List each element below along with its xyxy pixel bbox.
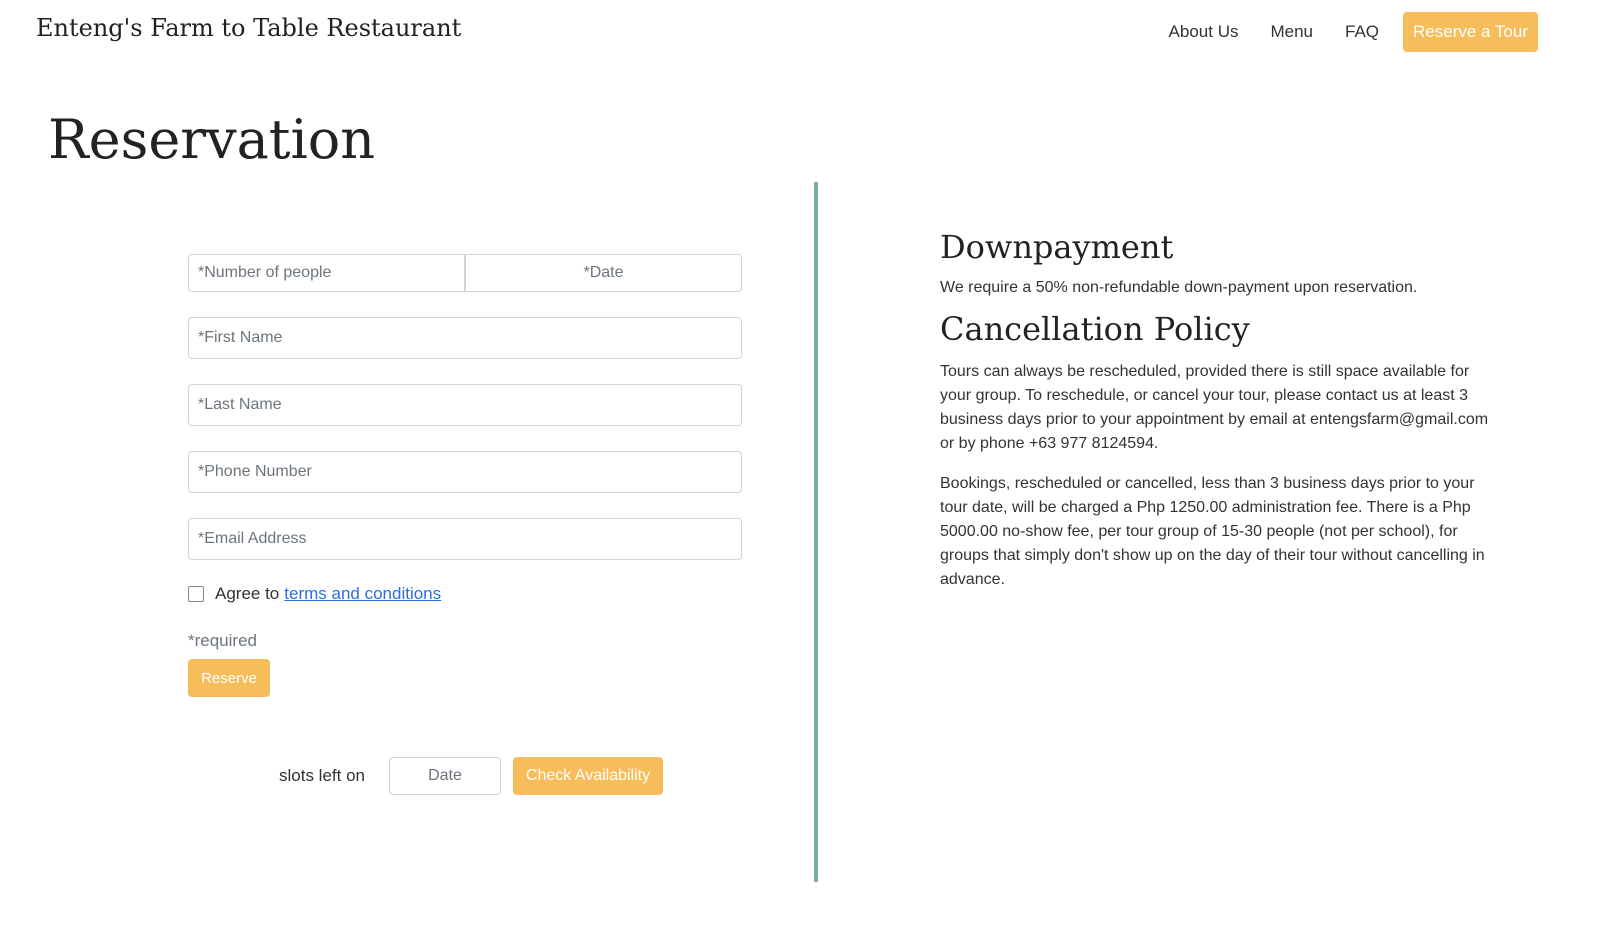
terms-agreement: Agree to terms and conditions [188, 584, 742, 604]
first-name-input[interactable]: *First Name [188, 317, 742, 359]
slots-left-label: slots left on [279, 766, 365, 785]
terms-checkbox[interactable] [188, 586, 204, 602]
reserve-button[interactable]: Reserve [188, 659, 270, 697]
reserve-tour-button[interactable]: Reserve a Tour [1403, 12, 1538, 52]
terms-link[interactable]: terms and conditions [284, 584, 441, 604]
nav-about-us[interactable]: About Us [1169, 22, 1239, 42]
reservation-form: *Number of people *Date *First Name *Las… [188, 254, 742, 697]
phone-number-input[interactable]: *Phone Number [188, 451, 742, 493]
brand-title[interactable]: Enteng's Farm to Table Restaurant [36, 14, 461, 42]
check-availability-button[interactable]: Check Availability [513, 757, 663, 795]
policy-info: Downpayment We require a 50% non-refunda… [940, 228, 1500, 592]
availability-checker: slots left on Date Check Availability [279, 757, 663, 795]
page-title: Reservation [48, 108, 376, 171]
last-name-input[interactable]: *Last Name [188, 384, 742, 426]
cancellation-paragraph-1: Tours can always be rescheduled, provide… [940, 363, 1489, 452]
agree-label: Agree to [215, 584, 280, 603]
column-divider [814, 182, 818, 882]
top-nav: About Us Menu FAQ Reserve a Tour [1137, 12, 1538, 52]
downpayment-text: We require a 50% non-refundable down-pay… [940, 279, 1418, 296]
required-note: *required [188, 631, 257, 650]
date-input[interactable]: *Date [465, 254, 742, 292]
email-address-input[interactable]: *Email Address [188, 518, 742, 560]
number-of-people-input[interactable]: *Number of people [188, 254, 465, 292]
nav-faq[interactable]: FAQ [1345, 22, 1379, 42]
availability-date-input[interactable]: Date [389, 757, 501, 795]
cancellation-heading: Cancellation Policy [940, 310, 1250, 348]
cancellation-paragraph-2: Bookings, rescheduled or cancelled, less… [940, 475, 1485, 588]
downpayment-heading: Downpayment [940, 228, 1174, 266]
nav-menu[interactable]: Menu [1270, 22, 1313, 42]
